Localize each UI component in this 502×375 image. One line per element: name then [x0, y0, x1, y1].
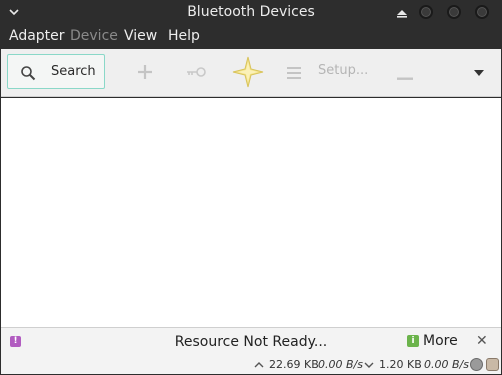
menu-adapter[interactable]: Adapter — [9, 28, 65, 44]
search-label: Search — [51, 64, 96, 79]
menu-lines-icon[interactable] — [286, 66, 302, 84]
info-icon: i — [407, 335, 419, 347]
menu-help[interactable]: Help — [168, 28, 200, 44]
menu-bar: Adapter Device View Help — [0, 25, 502, 49]
minimize-button[interactable] — [419, 5, 433, 19]
info-bar: ! Resource Not Ready... i More ✕ — [1, 327, 501, 355]
menu-device: Device — [70, 28, 118, 44]
chevron-down-icon[interactable] — [472, 67, 486, 82]
add-icon[interactable] — [136, 63, 154, 85]
tray-device-icon[interactable] — [486, 358, 499, 371]
app-window: Bluetooth Devices Adapter Device View He… — [0, 0, 502, 375]
close-button[interactable] — [475, 5, 489, 19]
key-icon[interactable] — [185, 65, 207, 83]
download-total: 1.20 KB — [379, 358, 422, 371]
shade-icon[interactable] — [396, 7, 408, 19]
close-infobar-button[interactable]: ✕ — [476, 333, 488, 349]
remove-icon[interactable] — [396, 70, 414, 85]
tray-status-icon[interactable] — [470, 358, 483, 371]
star-icon[interactable] — [231, 56, 265, 92]
download-arrow-icon — [364, 359, 374, 369]
status-bar: 22.69 KB 0.00 B/s 1.20 KB 0.00 B/s — [1, 355, 501, 374]
maximize-button[interactable] — [447, 5, 461, 19]
upload-rate: 0.00 B/s — [318, 358, 363, 371]
setup-button[interactable]: Setup... — [318, 63, 368, 78]
search-button[interactable]: Search — [7, 54, 105, 89]
search-icon — [20, 65, 36, 81]
upload-total: 22.69 KB — [269, 358, 319, 371]
title-bar: Bluetooth Devices — [0, 0, 502, 25]
more-label: More — [423, 333, 458, 349]
toolbar: Search Setup... — [1, 49, 501, 97]
menu-view[interactable]: View — [124, 28, 157, 44]
device-list[interactable] — [1, 98, 501, 327]
download-rate: 0.00 B/s — [424, 358, 469, 371]
upload-arrow-icon — [254, 359, 264, 369]
